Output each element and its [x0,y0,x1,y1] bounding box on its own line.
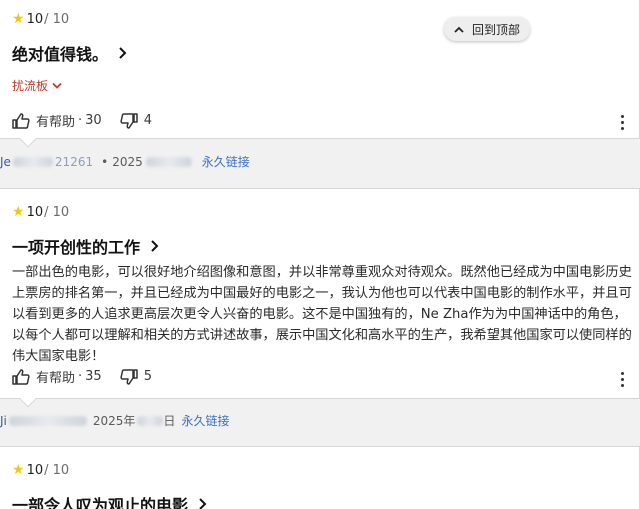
redacted-date [137,415,164,426]
back-to-top-button[interactable]: 回到顶部 [444,17,530,41]
rating-score: 10 [26,204,44,220]
review-date: 2025 [112,154,143,169]
chevron-right-icon [119,47,127,59]
review-card: ★ 10 / 10 绝对值得钱。 扰流板 有帮助 · 30 4 [0,0,640,139]
spoiler-label: 扰流板 [12,79,49,93]
star-icon: ★ [12,11,25,27]
chevron-right-icon [151,240,159,252]
not-helpful-count: 4 [143,113,152,128]
review-title-text: 一项开创性的工作 [12,238,141,257]
rating: ★ 10 / 10 [12,11,69,27]
thumbs-up-icon[interactable] [12,368,30,385]
username[interactable]: Ji [0,414,7,428]
chevron-up-icon [454,26,464,33]
review-actions: 有帮助 · 35 5 [12,367,152,386]
review-date-suffix: 日 [163,414,176,428]
username-suffix: 21261 [54,154,94,169]
back-to-top-label: 回到顶部 [471,22,520,37]
review-date: 2025年 [92,414,136,428]
chevron-right-icon [199,498,207,509]
review-title[interactable]: 绝对值得钱。 [12,41,130,65]
review-actions: 有帮助 · 30 4 [12,111,152,130]
review-meta: Je 21261 • 2025 永久链接 [0,153,250,170]
redacted-username [12,156,53,167]
rating-max: / 10 [44,462,70,478]
username[interactable]: Je [0,155,11,169]
not-helpful-button[interactable]: 5 [120,368,152,385]
not-helpful-count: 5 [143,369,152,384]
chevron-down-icon [52,82,62,89]
review-title-text: 一部令人叹为观止的电影 [12,496,189,509]
more-options-icon[interactable] [621,372,625,387]
spoiler-toggle[interactable]: 扰流板 [12,77,62,94]
review-body: 一部出色的电影，可以很好地介绍图像和意图，并以非常尊重观众对待观众。既然他已经成… [12,265,632,364]
permalink[interactable]: 永久链接 [181,412,229,429]
rating-max: / 10 [44,11,70,27]
redacted-date [145,156,192,167]
more-options-icon[interactable] [621,115,625,130]
review-card: ★ 10 / 10 一部令人叹为观止的电影 [0,446,640,509]
helpful-label: 有帮助 [36,115,76,130]
thumbs-up-icon[interactable] [12,112,30,129]
star-icon: ★ [12,462,25,478]
helpful-count: 35 [85,369,102,384]
rating-score: 10 [26,462,44,478]
review-title[interactable]: 一项开创性的工作 [12,234,162,258]
helpful-label: 有帮助 [36,371,76,386]
rating-max: / 10 [44,204,70,220]
review-meta: Ji 2025年 日 永久链接 [0,412,229,429]
star-icon: ★ [12,204,25,220]
not-helpful-button[interactable]: 4 [120,112,152,129]
review-title[interactable]: 一部令人叹为观止的电影 [12,492,210,509]
review-card: ★ 10 / 10 一项开创性的工作 一部出色的电影，可以很好地介绍图像和意图，… [0,188,640,399]
thumbs-down-icon [120,368,138,385]
permalink[interactable]: 永久链接 [202,153,250,170]
rating-score: 10 [26,11,44,27]
helpful-count: 30 [85,113,102,128]
rating: ★ 10 / 10 [12,204,69,220]
thumbs-down-icon [120,112,138,129]
rating: ★ 10 / 10 [12,462,69,478]
review-title-text: 绝对值得钱。 [12,45,109,64]
redacted-username [8,415,87,426]
